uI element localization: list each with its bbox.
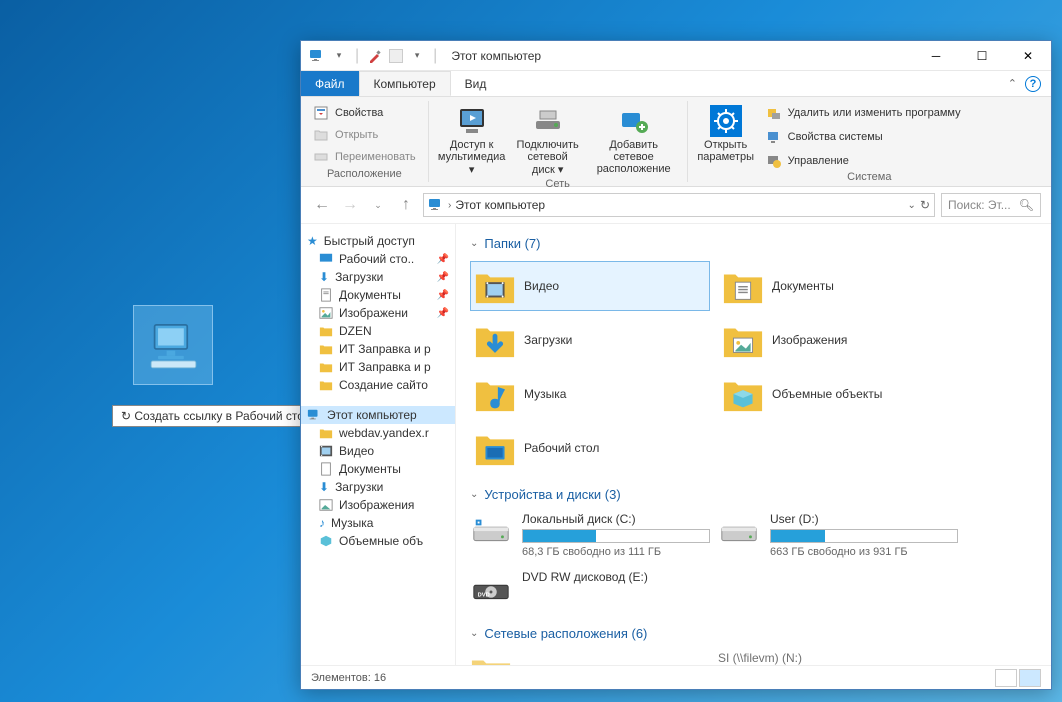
ribbon-uninstall[interactable]: Удалить или изменить программу (762, 103, 965, 123)
content-area: ★Быстрый доступ Рабочий сто..📌 ⬇Загрузки… (301, 224, 1051, 665)
ribbon-properties[interactable]: Свойства (309, 103, 420, 123)
minimize-button[interactable]: ─ (913, 41, 959, 71)
address-segment[interactable]: Этот компьютер (455, 198, 545, 212)
nav-desktop[interactable]: Рабочий сто..📌 (301, 250, 455, 268)
ribbon-open-settings[interactable]: Открыть параметры (696, 103, 756, 171)
qat-icon-2[interactable] (389, 49, 403, 63)
nav-back[interactable]: ← (311, 194, 333, 216)
folder-downloads[interactable]: Загрузки (470, 315, 710, 365)
ribbon-collapse-icon[interactable]: ⌃ (1008, 77, 1017, 90)
folder-3d-objects[interactable]: Объемные объекты (718, 369, 958, 419)
nav-3d-objects[interactable]: Объемные объ (301, 532, 455, 550)
main-pane[interactable]: ⌄Папки (7) Видео Документы Загрузки Изоб… (456, 224, 1051, 665)
folder-video[interactable]: Видео (470, 261, 710, 311)
maximize-button[interactable]: ☐ (959, 41, 1005, 71)
ribbon-manage[interactable]: Управление (762, 151, 965, 171)
drag-tooltip: ↻ Создать ссылку в Рабочий стол (112, 405, 320, 427)
navigation-pane[interactable]: ★Быстрый доступ Рабочий сто..📌 ⬇Загрузки… (301, 224, 456, 665)
ribbon-content: Свойства Открыть Переименовать Расположе… (301, 97, 1051, 187)
tab-view[interactable]: Вид (451, 71, 501, 96)
drag-ghost-this-pc (133, 305, 213, 385)
nav-forward[interactable]: → (339, 194, 361, 216)
ribbon-add-net-location[interactable]: Добавить сетевое расположение (589, 103, 679, 178)
chevron-right-icon: › (448, 200, 451, 211)
folder-music[interactable]: Музыка (470, 369, 710, 419)
ribbon-system-props[interactable]: Свойства системы (762, 127, 965, 147)
nav-site[interactable]: Создание сайто (301, 376, 455, 394)
nav-it-2[interactable]: ИТ Заправка и р (301, 358, 455, 376)
ribbon-group-system: Открыть параметры Удалить или изменить п… (688, 101, 1051, 182)
ribbon-tabs: Файл Компьютер Вид ⌃ ? (301, 71, 1051, 97)
net-loc-sl[interactable]: SI (\\filevm) (N:) (718, 651, 958, 665)
ribbon-group-network: Доступ к мультимедиа ▾ Подключить сетево… (429, 101, 688, 182)
close-button[interactable]: ✕ (1005, 41, 1051, 71)
nav-it-1[interactable]: ИТ Заправка и р (301, 340, 455, 358)
section-drives[interactable]: ⌄Устройства и диски (3) (470, 487, 1037, 502)
search-box[interactable]: Поиск: Эт... 🔍︎ (941, 193, 1041, 217)
nav-music[interactable]: ♪Музыка (301, 514, 455, 532)
titlebar: ▾ | ▾ | Этот компьютер ─ ☐ ✕ (301, 41, 1051, 71)
tab-file[interactable]: Файл (301, 71, 359, 96)
computer-icon (428, 197, 444, 213)
section-folders[interactable]: ⌄Папки (7) (470, 236, 1037, 251)
system-icon[interactable] (309, 48, 325, 64)
folder-pictures[interactable]: Изображения (718, 315, 958, 365)
tab-computer[interactable]: Компьютер (359, 71, 451, 96)
nav-video[interactable]: Видео (301, 442, 455, 460)
drive-c[interactable]: Локальный диск (C:) 68,3 ГБ свободно из … (470, 512, 710, 558)
explorer-window: ▾ | ▾ | Этот компьютер ─ ☐ ✕ Файл Компью… (300, 40, 1052, 690)
nav-recent[interactable]: ⌄ (367, 194, 389, 216)
nav-this-pc[interactable]: Этот компьютер (301, 406, 455, 424)
nav-quick-access[interactable]: ★Быстрый доступ (301, 232, 455, 250)
status-count: Элементов: 16 (311, 672, 386, 684)
nav-downloads-2[interactable]: ⬇Загрузки (301, 478, 455, 496)
net-loc-1[interactable] (470, 651, 710, 665)
ribbon-rename: Переименовать (309, 147, 420, 167)
drive-dvd[interactable]: DVD DVD RW дисковод (E:) (470, 570, 710, 612)
ribbon-map-drive[interactable]: Подключить сетевой диск ▾ (513, 103, 583, 178)
nav-downloads[interactable]: ⬇Загрузки📌 (301, 268, 455, 286)
network-grid: SI (\\filevm) (N:) (470, 651, 1037, 665)
ribbon-media-access[interactable]: Доступ к мультимедиа ▾ (437, 103, 507, 178)
section-network[interactable]: ⌄Сетевые расположения (6) (470, 626, 1037, 641)
nav-webdav[interactable]: webdav.yandex.r (301, 424, 455, 442)
help-icon[interactable]: ? (1025, 76, 1041, 92)
nav-pictures-2[interactable]: Изображения (301, 496, 455, 514)
address-bar[interactable]: › Этот компьютер ⌄ ↻ (423, 193, 935, 217)
view-icons-button[interactable] (1019, 669, 1041, 687)
ribbon-open: Открыть (309, 125, 420, 145)
view-details-button[interactable] (995, 669, 1017, 687)
qat-dropdown-2[interactable]: ▾ (409, 48, 425, 64)
nav-pictures[interactable]: Изображени📌 (301, 304, 455, 322)
folder-documents[interactable]: Документы (718, 261, 958, 311)
address-dropdown[interactable]: ⌄ (908, 200, 916, 211)
drive-grid: Локальный диск (C:) 68,3 ГБ свободно из … (470, 512, 1037, 612)
search-icon: 🔍︎ (1019, 198, 1034, 212)
nav-up[interactable]: ↑ (395, 194, 417, 216)
address-row: ← → ⌄ ↑ › Этот компьютер ⌄ ↻ Поиск: Эт..… (301, 187, 1051, 224)
qat-properties[interactable] (367, 48, 383, 64)
nav-documents-2[interactable]: Документы (301, 460, 455, 478)
qat-dropdown[interactable]: ▾ (331, 48, 347, 64)
drive-d[interactable]: User (D:) 663 ГБ свободно из 931 ГБ (718, 512, 958, 558)
nav-documents[interactable]: Документы📌 (301, 286, 455, 304)
refresh-icon[interactable]: ↻ (920, 198, 930, 212)
status-bar: Элементов: 16 (301, 665, 1051, 689)
nav-dzen[interactable]: DZEN (301, 322, 455, 340)
ribbon-group-location: Свойства Открыть Переименовать Расположе… (301, 101, 429, 182)
window-title: Этот компьютер (451, 49, 541, 63)
folder-desktop[interactable]: Рабочий стол (470, 423, 710, 473)
folder-grid: Видео Документы Загрузки Изображения Муз… (470, 261, 1037, 473)
svg-text:DVD: DVD (478, 593, 490, 599)
